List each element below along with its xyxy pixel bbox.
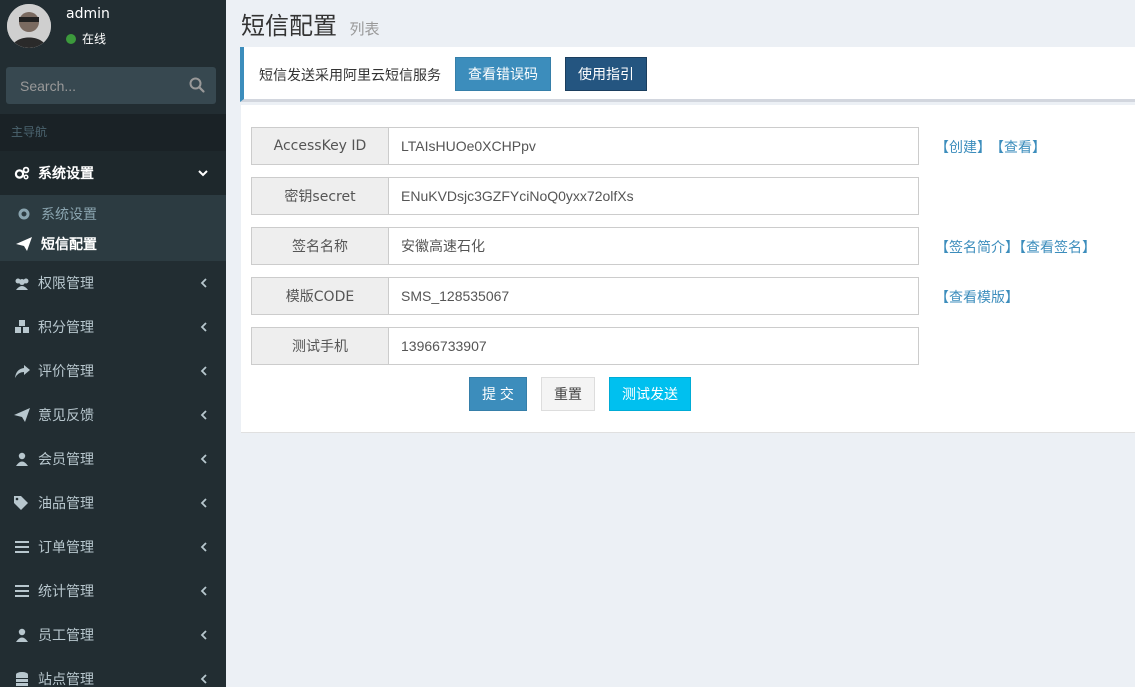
sidebar-item-label: 订单管理 bbox=[38, 540, 94, 556]
sidebar-item-members[interactable]: 会员管理 bbox=[0, 437, 226, 481]
chevron-left-icon bbox=[200, 453, 208, 468]
form-row-phone: 测试手机 bbox=[251, 327, 919, 365]
sidebar-search bbox=[6, 67, 216, 104]
user-status: 在线 bbox=[66, 30, 106, 47]
avatar[interactable] bbox=[7, 4, 51, 48]
sign-intro-link[interactable]: 【签名简介】 bbox=[935, 240, 1019, 256]
chevron-left-icon bbox=[200, 497, 208, 512]
sidebar-item-feedback[interactable]: 意见反馈 bbox=[0, 393, 226, 437]
chevron-left-icon bbox=[200, 277, 208, 292]
sidebar-item-reviews[interactable]: 评价管理 bbox=[0, 349, 226, 393]
page-title: 短信配置 bbox=[241, 12, 337, 40]
test-send-button[interactable]: 测试发送 bbox=[609, 377, 691, 411]
online-status-icon bbox=[66, 33, 76, 44]
template-links: 【查看模版】 bbox=[935, 287, 1025, 307]
cubes-icon bbox=[14, 319, 30, 335]
page-subtitle: 列表 bbox=[349, 20, 380, 38]
sign-label: 签名名称 bbox=[251, 227, 389, 265]
form-row-secret: 密钥secret bbox=[251, 177, 919, 215]
chevron-left-icon bbox=[200, 673, 208, 687]
bars-icon bbox=[14, 539, 30, 555]
sub-item-system-settings[interactable]: 系统设置 bbox=[0, 199, 226, 229]
sidebar-item-label: 油品管理 bbox=[38, 496, 94, 512]
submit-button[interactable]: 提 交 bbox=[469, 377, 527, 411]
content-header: 短信配置 列表 bbox=[241, 6, 379, 41]
database-icon bbox=[14, 671, 30, 687]
accesskey-links: 【创建】 【查看】 bbox=[935, 137, 1052, 157]
view-error-codes-button[interactable]: 查看错误码 bbox=[455, 57, 551, 91]
template-input[interactable] bbox=[389, 277, 919, 315]
sidebar-item-label: 评价管理 bbox=[38, 364, 94, 380]
sidebar-item-system-settings[interactable]: 系统设置 bbox=[0, 151, 226, 195]
sidebar-item-permissions[interactable]: 权限管理 bbox=[0, 261, 226, 305]
accesskey-input[interactable] bbox=[389, 127, 919, 165]
sidebar-item-label: 权限管理 bbox=[38, 276, 94, 292]
tags-icon bbox=[14, 495, 30, 511]
chevron-left-icon bbox=[200, 409, 208, 424]
paper-plane-icon bbox=[16, 236, 32, 252]
sidebar: admin 在线 主导航 系统设置 系统设置 bbox=[0, 0, 226, 687]
submenu-system-settings: 系统设置 短信配置 bbox=[0, 195, 226, 261]
view-sign-link[interactable]: 【查看签名】 bbox=[1019, 240, 1096, 256]
share-icon bbox=[14, 363, 30, 379]
secret-label: 密钥secret bbox=[251, 177, 389, 215]
sidebar-item-label: 意见反馈 bbox=[38, 408, 94, 424]
sidebar-item-staff[interactable]: 员工管理 bbox=[0, 613, 226, 657]
phone-label: 测试手机 bbox=[251, 327, 389, 365]
chevron-left-icon bbox=[200, 585, 208, 600]
bars-icon bbox=[14, 583, 30, 599]
sub-item-label: 短信配置 bbox=[41, 237, 97, 253]
info-callout: 短信发送采用阿里云短信服务 查看错误码 使用指引 bbox=[240, 47, 1135, 102]
chevron-left-icon bbox=[200, 365, 208, 380]
sign-input[interactable] bbox=[389, 227, 919, 265]
sidebar-item-oil-products[interactable]: 油品管理 bbox=[0, 481, 226, 525]
sidebar-item-statistics[interactable]: 统计管理 bbox=[0, 569, 226, 613]
sidebar-item-label: 积分管理 bbox=[38, 320, 94, 336]
sidebar-item-label: 站点管理 bbox=[38, 672, 94, 687]
form-row-sign: 签名名称 bbox=[251, 227, 919, 265]
phone-input[interactable] bbox=[389, 327, 919, 365]
sign-links: 【签名简介】【查看签名】 bbox=[935, 237, 1102, 257]
chevron-left-icon bbox=[200, 541, 208, 556]
gears-icon bbox=[14, 165, 30, 181]
sidebar-item-label: 员工管理 bbox=[38, 628, 94, 644]
sidebar-item-stations[interactable]: 站点管理 bbox=[0, 657, 226, 687]
sidebar-menu: 系统设置 系统设置 短信配置 权限管理 积分管理 评价管理 意见反馈 会员管理 … bbox=[0, 151, 226, 687]
template-label: 模版CODE bbox=[251, 277, 389, 315]
sidebar-item-label: 系统设置 bbox=[38, 166, 94, 182]
sidebar-item-orders[interactable]: 订单管理 bbox=[0, 525, 226, 569]
sub-item-label: 系统设置 bbox=[41, 207, 97, 223]
form-row-template: 模版CODE bbox=[251, 277, 919, 315]
paper-plane-icon bbox=[14, 407, 30, 423]
search-input[interactable] bbox=[6, 67, 176, 104]
secret-input[interactable] bbox=[389, 177, 919, 215]
sub-item-sms-config[interactable]: 短信配置 bbox=[0, 229, 226, 259]
sms-config-form: AccessKey ID 【创建】【查看】 密钥secret 签名名称 【签名简… bbox=[241, 105, 1135, 433]
view-template-link[interactable]: 【查看模版】 bbox=[935, 290, 1019, 306]
accesskey-label: AccessKey ID bbox=[251, 127, 389, 165]
sidebar-item-label: 统计管理 bbox=[38, 584, 94, 600]
user-icon bbox=[14, 451, 30, 467]
form-row-accesskey: AccessKey ID bbox=[251, 127, 919, 165]
users-icon bbox=[14, 275, 30, 291]
user-panel: admin 在线 bbox=[0, 0, 226, 55]
sidebar-item-points[interactable]: 积分管理 bbox=[0, 305, 226, 349]
gear-icon bbox=[16, 206, 32, 222]
sidebar-item-label: 会员管理 bbox=[38, 452, 94, 468]
callout-text: 短信发送采用阿里云短信服务 bbox=[259, 68, 441, 84]
user-status-label: 在线 bbox=[82, 32, 107, 46]
user-icon bbox=[14, 627, 30, 643]
usage-guide-button[interactable]: 使用指引 bbox=[565, 57, 647, 91]
create-link[interactable]: 【创建】 bbox=[935, 140, 991, 156]
chevron-left-icon bbox=[200, 629, 208, 644]
search-icon[interactable] bbox=[188, 76, 206, 94]
chevron-down-icon bbox=[198, 167, 208, 182]
user-name: admin bbox=[66, 6, 110, 22]
reset-button[interactable]: 重置 bbox=[541, 377, 595, 411]
nav-header: 主导航 bbox=[0, 114, 226, 151]
view-link[interactable]: 【查看】 bbox=[997, 140, 1046, 156]
chevron-left-icon bbox=[200, 321, 208, 336]
